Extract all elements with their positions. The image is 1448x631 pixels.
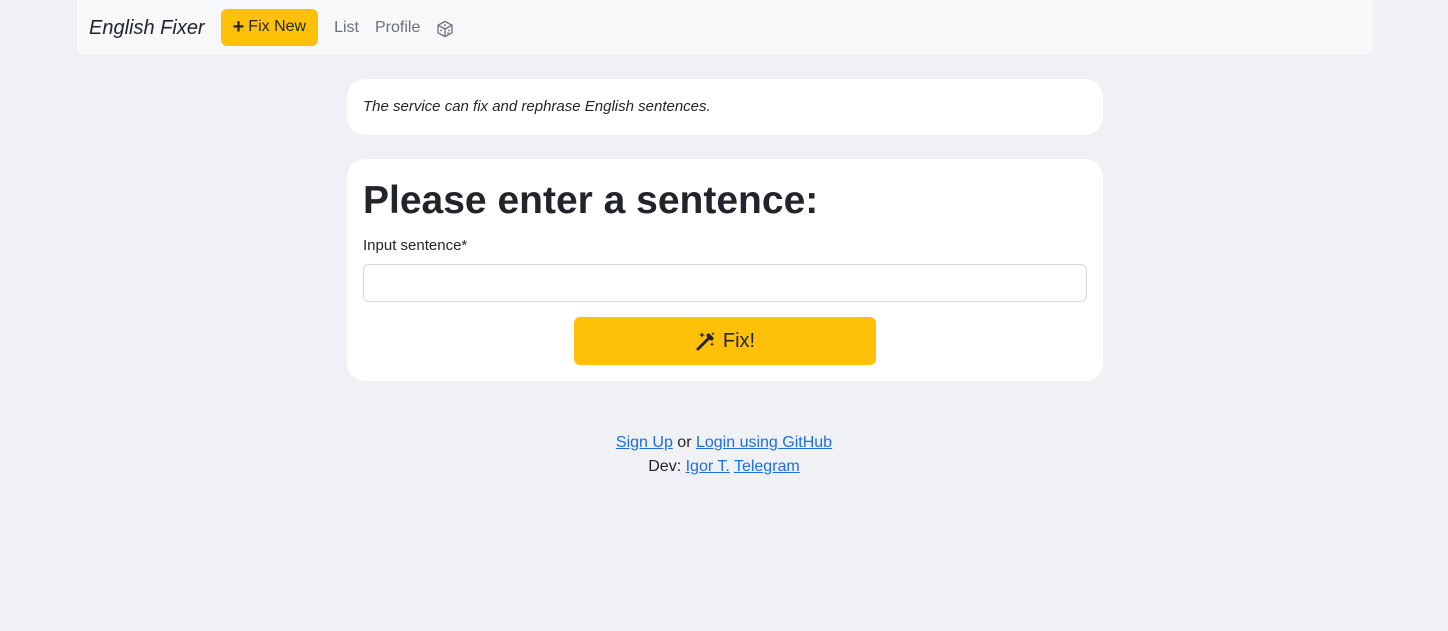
dice-icon[interactable] — [436, 20, 454, 38]
nav-link-profile[interactable]: Profile — [375, 19, 420, 37]
input-sentence-label: Input sentence* — [363, 236, 468, 254]
telegram-link[interactable]: Telegram — [734, 458, 800, 475]
navbar: English Fixer + Fix New List Profile — [77, 0, 1373, 54]
plus-icon: + — [232, 16, 245, 38]
magic-wand-icon — [696, 332, 715, 351]
fix-button-label: Fix! — [722, 329, 756, 352]
dev-credits-row: Dev: Igor T. Telegram — [0, 455, 1448, 479]
auth-links-row: Sign Up or Login using GitHub — [0, 431, 1448, 455]
dev-prefix: Dev: — [648, 458, 682, 475]
fix-button[interactable]: Fix! — [574, 317, 876, 365]
info-card: The service can fix and rephrase English… — [347, 79, 1103, 135]
sentence-input[interactable] — [363, 263, 1087, 302]
dev-name-link[interactable]: Igor T. — [686, 458, 730, 475]
login-github-link[interactable]: Login using GitHub — [696, 434, 832, 451]
fix-new-label: Fix New — [248, 18, 307, 35]
brand-logo[interactable]: English Fixer — [89, 17, 205, 40]
form-heading: Please enter a sentence: — [363, 179, 819, 222]
fix-new-button[interactable]: + Fix New — [220, 8, 319, 46]
sentence-form-card: Please enter a sentence: Input sentence*… — [347, 159, 1103, 381]
sign-up-link[interactable]: Sign Up — [616, 434, 673, 451]
footer: Sign Up or Login using GitHub Dev: Igor … — [0, 431, 1448, 479]
nav-link-list[interactable]: List — [334, 19, 359, 37]
or-text: or — [677, 434, 692, 451]
service-description: The service can fix and rephrase English… — [363, 98, 711, 115]
